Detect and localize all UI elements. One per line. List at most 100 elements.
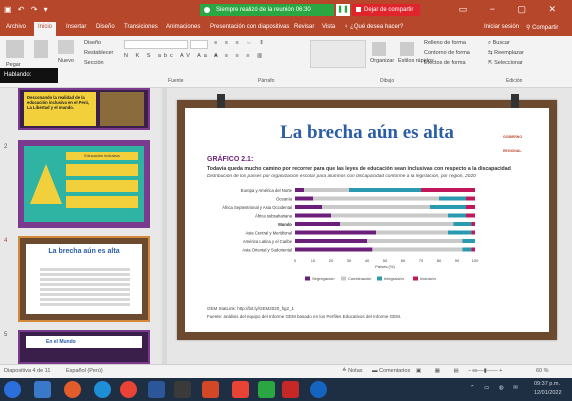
thumbnail-slide-5[interactable]: En el Mundo xyxy=(18,330,150,364)
edge-icon[interactable] xyxy=(94,381,111,398)
paste-icon[interactable] xyxy=(6,40,24,58)
powerpoint-icon[interactable] xyxy=(202,381,219,398)
x-tick-label: 20 xyxy=(329,258,334,263)
tab-diseno[interactable]: Diseño xyxy=(96,24,115,30)
bar-segment-2 xyxy=(448,230,472,235)
replace-label: Reemplazar xyxy=(494,50,524,56)
shape-fill-button[interactable]: Relleno de forma xyxy=(424,40,466,46)
thumbnail-number-2: 2 xyxy=(4,144,8,150)
chrome-2-icon[interactable] xyxy=(232,381,249,398)
figure-label: GRÁFICO 2.1: xyxy=(207,156,254,163)
x-tick-label: 50 xyxy=(383,258,388,263)
x-tick-label: 0 xyxy=(294,258,297,263)
thumbnail-4-title: La brecha aún es alta xyxy=(48,248,120,255)
taskbar: ⌃ ▭ ◍ ✉ 09:37 p.m. 12/01/2022 xyxy=(0,378,572,401)
meeting-banner[interactable]: Siempre realizó de la reunión 06:30 xyxy=(200,4,334,16)
app-icon[interactable] xyxy=(310,381,327,398)
record-icon xyxy=(204,7,210,13)
media-player-icon[interactable] xyxy=(64,381,81,398)
quick-access-toolbar[interactable]: ▣ ↶ ↷ ▾ xyxy=(4,5,50,14)
font-format-buttons[interactable]: N K S abc AV Aa A xyxy=(124,53,221,59)
align-buttons[interactable]: ≡ ≡ ≡ ≡ ▥ xyxy=(214,53,265,59)
tell-me-search[interactable]: ♀ ¿Qué desea hacer? xyxy=(344,24,403,30)
x-tick-label: 80 xyxy=(437,258,442,263)
notes-button[interactable]: ≙ Notas xyxy=(342,368,363,374)
shapes-gallery[interactable] xyxy=(310,40,366,68)
comments-button[interactable]: ▬ Comentarios xyxy=(372,368,410,374)
thumbnail-slide-4[interactable]: La brecha aún es alta xyxy=(18,236,150,322)
meeting-app-icon[interactable] xyxy=(258,381,275,398)
brand-logo: GOBIERNO REGIONAL xyxy=(503,135,523,153)
font-size-field[interactable] xyxy=(190,40,208,49)
tab-animaciones[interactable]: Animaciones xyxy=(166,24,200,30)
clipboard-tools[interactable] xyxy=(34,40,48,58)
new-slide-label[interactable]: Nuevo xyxy=(58,58,74,64)
thumbnail-slide-2[interactable]: Educación inclusiva xyxy=(18,140,150,228)
zoom-level[interactable]: 60 % xyxy=(536,368,549,374)
bar-segment-1 xyxy=(331,213,448,218)
select-label: Seleccionar xyxy=(494,60,523,66)
font-name-field[interactable] xyxy=(124,40,188,49)
layout-button[interactable]: Diseño xyxy=(84,40,101,46)
thumbnail-slide-1[interactable]: Desconando la realidad de la educación i… xyxy=(18,88,150,130)
stop-share-button[interactable]: Dejar de compartir xyxy=(352,4,420,16)
arrange-label[interactable]: Organizar xyxy=(370,58,394,64)
comments-label: Comentarios xyxy=(379,368,411,374)
quick-styles-icon[interactable] xyxy=(400,42,414,56)
tab-vista[interactable]: Vista xyxy=(322,24,335,30)
language-indicator[interactable]: Español (Perú) xyxy=(66,368,103,374)
window-icon[interactable] xyxy=(174,381,191,398)
current-slide[interactable]: La brecha aún es alta GOBIERNO REGIONAL … xyxy=(177,94,557,340)
bar-segment-0 xyxy=(295,222,340,226)
replace-button[interactable]: ⇆ Reemplazar xyxy=(488,50,524,56)
window-controls[interactable]: ▭ − ▢ ✕ xyxy=(459,4,566,15)
thumbnail-2-box3 xyxy=(66,196,138,208)
tab-inicio[interactable]: Inicio xyxy=(34,22,57,36)
x-tick-label: 60 xyxy=(401,258,406,263)
start-icon[interactable] xyxy=(4,381,21,398)
shape-outline-button[interactable]: Contorno de forma xyxy=(424,50,470,56)
file-explorer-icon[interactable] xyxy=(34,381,51,398)
bar-segment-0 xyxy=(295,196,313,201)
bar-segment-3 xyxy=(471,247,475,252)
stacked-bar-chart: Europa y América del Norte Oceanía África … xyxy=(222,188,479,281)
select-button[interactable]: ⇱ Seleccionar xyxy=(488,60,523,66)
category-label: África subsahariana xyxy=(255,214,293,219)
arrange-icon[interactable] xyxy=(372,42,386,56)
bar-segment-0 xyxy=(295,247,373,252)
new-slide-icon[interactable] xyxy=(58,40,74,54)
tab-presentacion[interactable]: Presentación con diapositivas xyxy=(210,24,289,30)
ribbon: Pegar Nuevo Diseño Restablecer Sección N… xyxy=(0,36,572,88)
find-button[interactable]: ⌕ Buscar xyxy=(488,40,510,47)
pause-icon[interactable]: ❚❚ xyxy=(336,4,350,16)
paragraph-buttons[interactable]: ≡ ≡ ≡ ⇔ ⇕ xyxy=(214,40,267,46)
reset-button[interactable]: Restablecer xyxy=(84,50,113,56)
thumbnail-number-5: 5 xyxy=(4,332,8,338)
slide-thumbnails: Desconando la realidad de la educación i… xyxy=(0,88,160,364)
shape-effects-button[interactable]: Efectos de forma xyxy=(424,60,466,66)
tab-insertar[interactable]: Insertar xyxy=(66,24,86,30)
bar-segment-0 xyxy=(295,188,304,192)
tab-revisar[interactable]: Revisar xyxy=(294,24,314,30)
bar-segment-0 xyxy=(295,213,331,218)
zoom-slider[interactable]: − ——▮—— + xyxy=(468,368,503,374)
legend-label-1: Combinación xyxy=(348,276,371,281)
tab-archivo[interactable]: Archivo xyxy=(6,24,26,30)
system-tray-icons[interactable]: ⌃ ▭ ◍ ✉ xyxy=(470,385,522,391)
title-bar: ▣ ↶ ↷ ▾ Siempre realizó de la reunión 06… xyxy=(0,0,572,20)
signin-link[interactable]: Iniciar sesión xyxy=(484,24,519,30)
notes-label: Notas xyxy=(348,368,363,374)
clock-date: 12/01/2022 xyxy=(534,390,562,396)
category-label: África Septentrional y Asia Occidental xyxy=(222,205,292,210)
chrome-icon[interactable] xyxy=(120,381,137,398)
bar-segment-3 xyxy=(471,230,475,235)
section-button[interactable]: Sección xyxy=(84,60,104,66)
word-icon[interactable] xyxy=(148,381,165,398)
share-button[interactable]: ⚲ Compartir xyxy=(526,24,558,31)
recorder-icon[interactable] xyxy=(282,381,299,398)
thumbnail-4-chart xyxy=(40,266,130,306)
tab-transiciones[interactable]: Transiciones xyxy=(124,24,158,30)
legend-label-3: Inclusión xyxy=(420,276,436,281)
bar-segment-3 xyxy=(471,222,475,226)
bar-segment-2 xyxy=(349,188,421,192)
